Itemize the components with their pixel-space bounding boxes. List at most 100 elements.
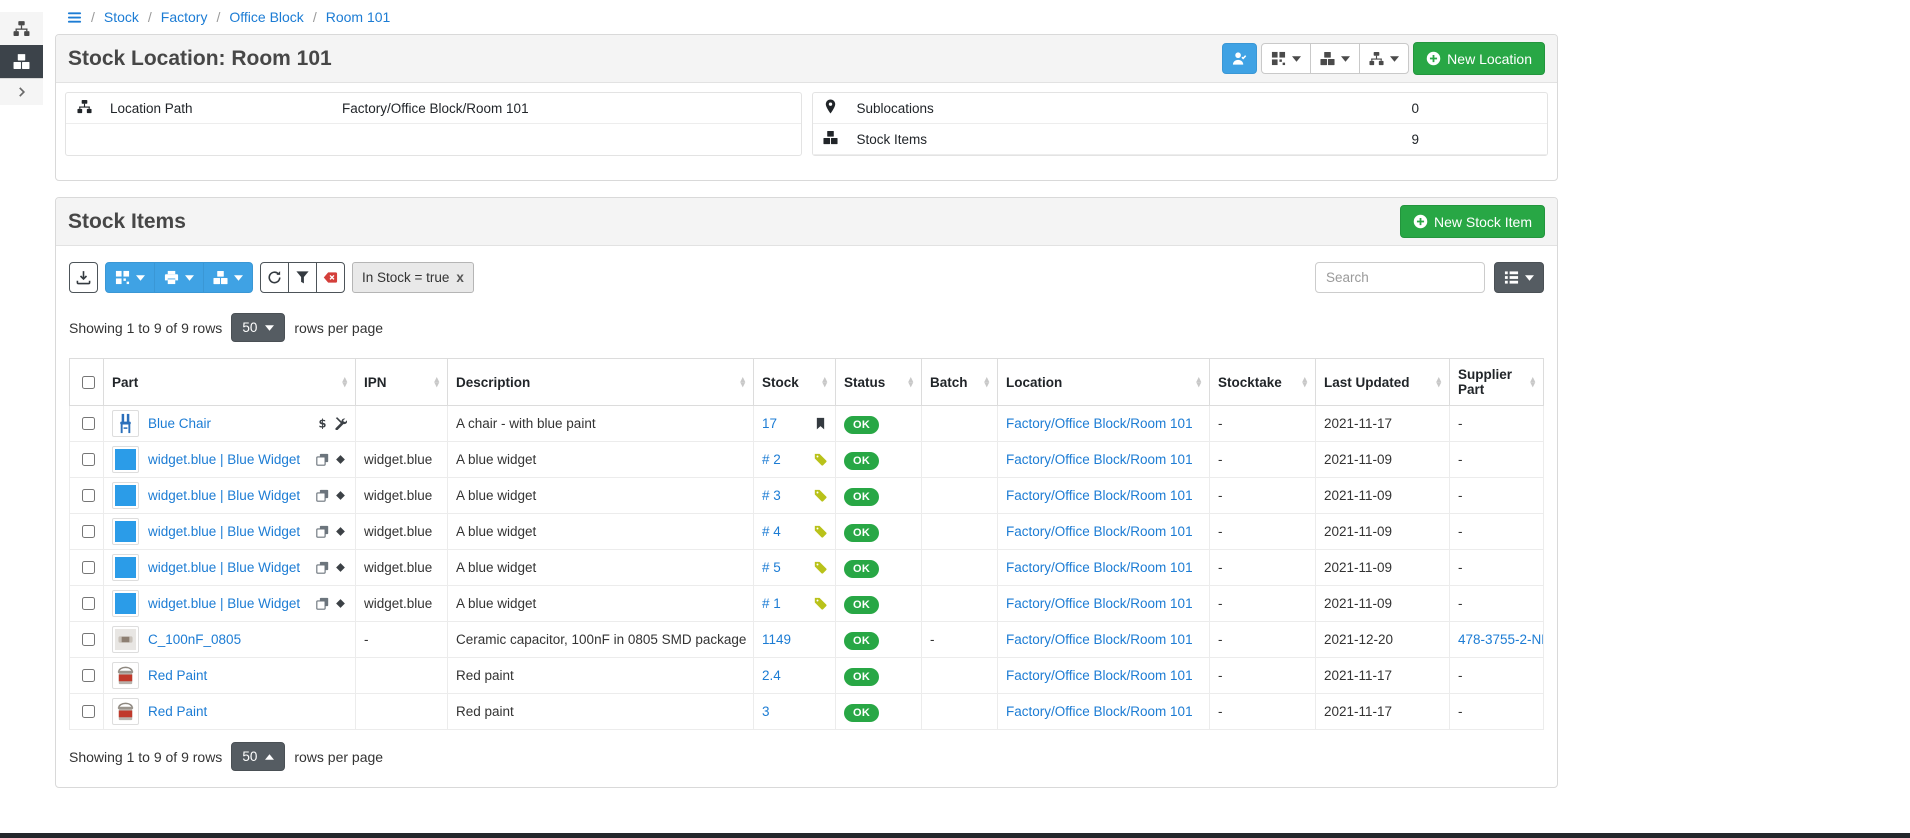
- column-header-stocktake[interactable]: Stocktake▴▾: [1210, 359, 1316, 406]
- column-header-location[interactable]: Location▴▾: [998, 359, 1210, 406]
- part-link[interactable]: C_100nF_0805: [148, 632, 241, 647]
- stock-boxes-icon: [823, 130, 838, 145]
- sort-icon[interactable]: ▴▾: [1436, 377, 1441, 388]
- new-stock-item-label: New Stock Item: [1434, 215, 1532, 229]
- location-link[interactable]: Factory/Office Block/Room 101: [1006, 560, 1193, 575]
- sitemap-icon: [77, 99, 92, 114]
- location-link[interactable]: Factory/Office Block/Room 101: [1006, 704, 1193, 719]
- breadcrumb-link[interactable]: Factory: [161, 9, 208, 25]
- column-header-part[interactable]: Part▴▾: [104, 359, 356, 406]
- sort-icon[interactable]: ▴▾: [1302, 377, 1307, 388]
- column-header-description[interactable]: Description▴▾: [448, 359, 754, 406]
- column-header-ipn[interactable]: IPN▴▾: [356, 359, 448, 406]
- dollar-icon: $: [316, 417, 329, 430]
- clear-filters-button[interactable]: [316, 262, 345, 293]
- sidebar-item-stock[interactable]: [0, 45, 43, 78]
- stock-count-link[interactable]: # 5: [762, 560, 781, 575]
- filter-chip[interactable]: In Stock = true x: [352, 262, 474, 293]
- sort-icon[interactable]: ▴▾: [1196, 377, 1201, 388]
- table-view-button[interactable]: [1494, 262, 1544, 293]
- row-checkbox[interactable]: [82, 633, 95, 646]
- location-link[interactable]: Factory/Office Block/Room 101: [1006, 488, 1193, 503]
- column-header-status[interactable]: Status▴▾: [836, 359, 922, 406]
- print-actions-button[interactable]: [154, 262, 204, 293]
- download-button[interactable]: [69, 262, 98, 293]
- part-link[interactable]: Blue Chair: [148, 416, 211, 431]
- stock-count-link[interactable]: 3: [762, 704, 770, 719]
- sidebar-item-location-details[interactable]: [0, 12, 43, 45]
- location-link[interactable]: Factory/Office Block/Room 101: [1006, 452, 1193, 467]
- row-checkbox[interactable]: [82, 597, 95, 610]
- location-path-row: Location Path Factory/Office Block/Room …: [66, 93, 801, 124]
- sort-icon[interactable]: ▴▾: [908, 377, 913, 388]
- filter-button[interactable]: [288, 262, 317, 293]
- stock-count-link[interactable]: # 1: [762, 596, 781, 611]
- location-actions-button[interactable]: [1359, 43, 1409, 74]
- part-link[interactable]: widget.blue | Blue Widget: [148, 488, 300, 503]
- stock-count-link[interactable]: 1149: [762, 632, 791, 647]
- new-location-button[interactable]: New Location: [1413, 42, 1545, 75]
- part-link[interactable]: widget.blue | Blue Widget: [148, 596, 300, 611]
- part-thumbnail: [112, 518, 139, 545]
- row-checkbox[interactable]: [82, 417, 95, 430]
- batch-cell: [922, 514, 998, 550]
- part-link[interactable]: widget.blue | Blue Widget: [148, 560, 300, 575]
- search-input[interactable]: [1315, 262, 1485, 293]
- breadcrumb-link[interactable]: Stock: [104, 9, 139, 25]
- part-link[interactable]: widget.blue | Blue Widget: [148, 452, 300, 467]
- row-checkbox[interactable]: [82, 489, 95, 502]
- location-link[interactable]: Factory/Office Block/Room 101: [1006, 668, 1193, 683]
- supplier-part-link[interactable]: 478-3755-2-ND: [1458, 632, 1544, 647]
- sort-icon[interactable]: ▴▾: [434, 377, 439, 388]
- row-checkbox[interactable]: [82, 705, 95, 718]
- stock-count-link[interactable]: 2.4: [762, 668, 781, 683]
- breadcrumb-link[interactable]: Office Block: [229, 9, 303, 25]
- new-stock-item-button[interactable]: New Stock Item: [1400, 205, 1545, 238]
- hamburger-menu-icon[interactable]: [67, 10, 82, 25]
- stock-count-link[interactable]: # 3: [762, 488, 781, 503]
- column-header-batch[interactable]: Batch▴▾: [922, 359, 998, 406]
- row-checkbox[interactable]: [82, 561, 95, 574]
- breadcrumb-link[interactable]: Room 101: [326, 9, 391, 25]
- stocktake-cell: -: [1210, 442, 1316, 478]
- location-link[interactable]: Factory/Office Block/Room 101: [1006, 416, 1193, 431]
- barcode-actions-button[interactable]: [1261, 43, 1311, 74]
- refresh-button[interactable]: [260, 262, 289, 293]
- part-link[interactable]: widget.blue | Blue Widget: [148, 524, 300, 539]
- table-row: widget.blue | Blue Widgetwidget.blueA bl…: [70, 514, 1544, 550]
- select-all-checkbox[interactable]: [82, 376, 95, 389]
- page-size-select[interactable]: 50: [231, 742, 285, 771]
- stock-toolbar-dropdowns: [105, 262, 253, 293]
- sort-icon[interactable]: ▴▾: [822, 377, 827, 388]
- column-header-stock[interactable]: Stock▴▾: [754, 359, 836, 406]
- stock-options-button[interactable]: [203, 262, 253, 293]
- page-size-select[interactable]: 50: [231, 313, 285, 342]
- sort-icon[interactable]: ▴▾: [1530, 377, 1535, 388]
- barcode-actions-button[interactable]: [105, 262, 155, 293]
- part-link[interactable]: Red Paint: [148, 704, 207, 719]
- location-link[interactable]: Factory/Office Block/Room 101: [1006, 596, 1193, 611]
- row-checkbox[interactable]: [82, 453, 95, 466]
- stock-count-link[interactable]: 17: [762, 416, 777, 431]
- stock-count-link[interactable]: # 2: [762, 452, 781, 467]
- part-link[interactable]: Red Paint: [148, 668, 207, 683]
- last-updated-cell: 2021-11-09: [1316, 586, 1450, 622]
- column-header-supplier-part[interactable]: Supplier Part▴▾: [1450, 359, 1544, 406]
- description-cell: A blue widget: [448, 442, 754, 478]
- sort-icon[interactable]: ▴▾: [740, 377, 745, 388]
- stock-actions-button[interactable]: [1310, 43, 1360, 74]
- location-link[interactable]: Factory/Office Block/Room 101: [1006, 632, 1193, 647]
- location-stats-box: Sublocations 0 Stock Items 9: [812, 92, 1549, 156]
- row-checkbox[interactable]: [82, 525, 95, 538]
- sort-icon[interactable]: ▴▾: [984, 377, 989, 388]
- user-admin-button[interactable]: [1222, 43, 1257, 74]
- sidebar-expand-button[interactable]: [0, 78, 43, 105]
- stock-count-link[interactable]: # 4: [762, 524, 781, 539]
- stock-items-panel: Stock Items New Stock Item: [55, 197, 1558, 788]
- row-checkbox[interactable]: [82, 669, 95, 682]
- stock-boxes-icon: [213, 270, 228, 285]
- column-header-last-updated[interactable]: Last Updated▴▾: [1316, 359, 1450, 406]
- remove-filter-button[interactable]: x: [456, 270, 464, 285]
- location-link[interactable]: Factory/Office Block/Room 101: [1006, 524, 1193, 539]
- sort-icon[interactable]: ▴▾: [342, 377, 347, 388]
